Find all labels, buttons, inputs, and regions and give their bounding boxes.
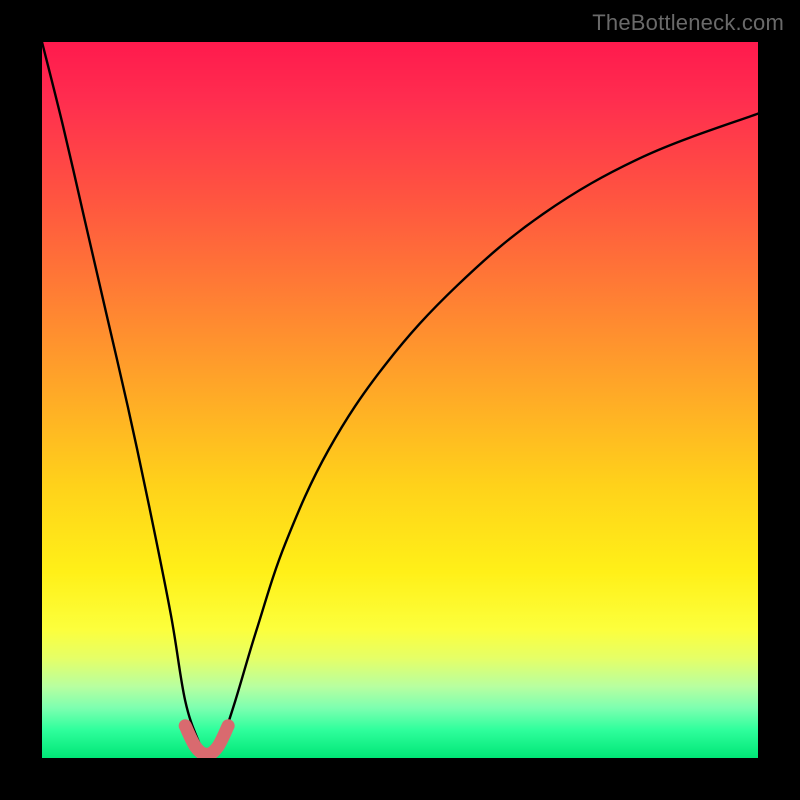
- optimum-highlight-path: [185, 726, 228, 755]
- watermark-text: TheBottleneck.com: [592, 10, 784, 36]
- plot-area: [42, 42, 758, 758]
- bottleneck-curve-path: [42, 42, 758, 758]
- bottleneck-curve-svg: [42, 42, 758, 758]
- chart-frame: TheBottleneck.com: [0, 0, 800, 800]
